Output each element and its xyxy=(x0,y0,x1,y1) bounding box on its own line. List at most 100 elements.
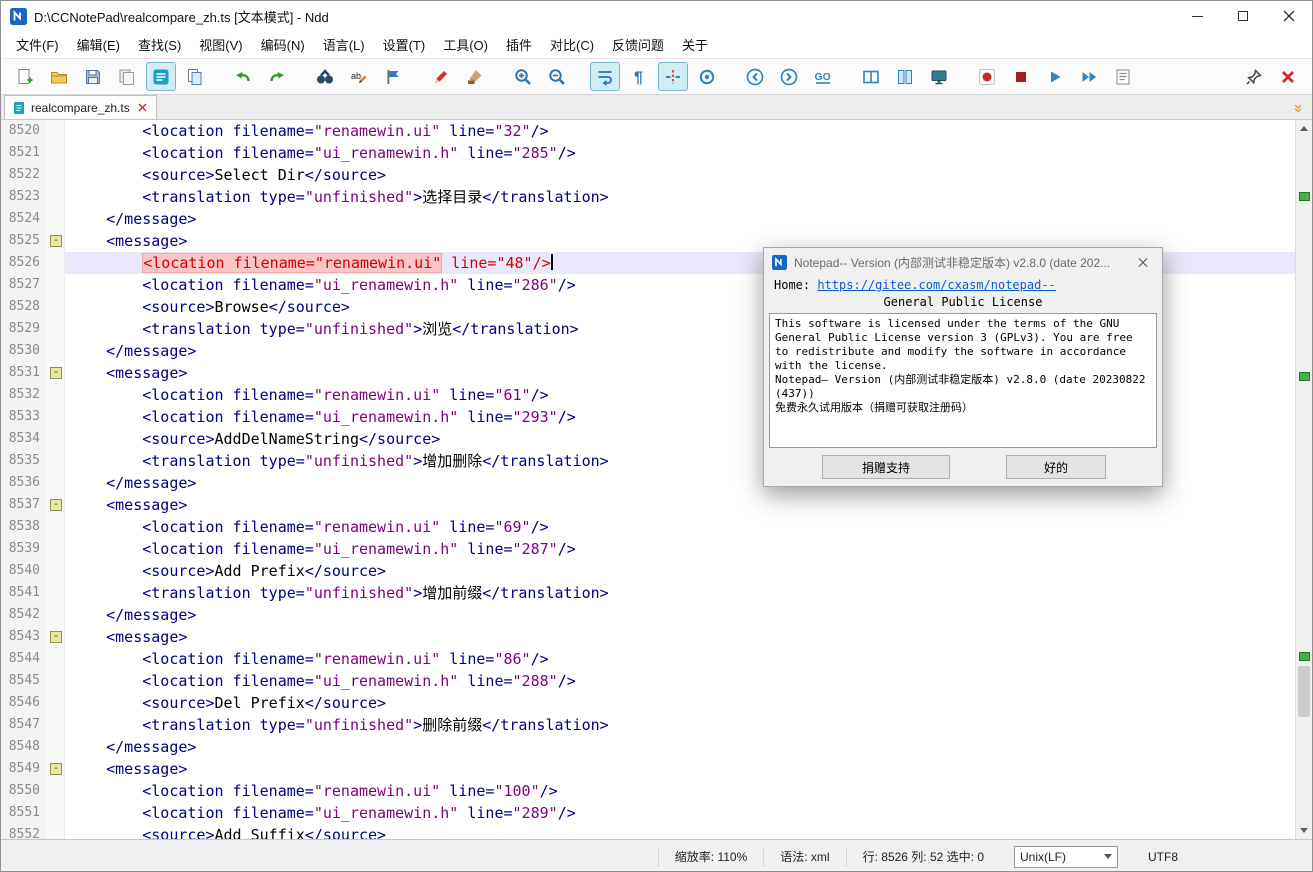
eol-select[interactable]: Unix(LF) xyxy=(1014,846,1118,868)
menu-item-8[interactable]: 工具(O) xyxy=(434,32,497,57)
stop-macro-button[interactable] xyxy=(1006,62,1036,91)
dialog-close-button[interactable] xyxy=(1132,252,1154,274)
ok-button[interactable]: 好的 xyxy=(1006,455,1106,479)
find-button[interactable] xyxy=(310,62,340,91)
nav-forward-button[interactable] xyxy=(774,62,804,91)
fold-collapse-marker[interactable]: - xyxy=(50,631,62,643)
run-macro-button[interactable] xyxy=(1040,62,1070,91)
menu-item-11[interactable]: 反馈问题 xyxy=(603,32,673,57)
fold-collapse-marker[interactable]: - xyxy=(50,367,62,379)
new-file-button[interactable] xyxy=(10,62,40,91)
fold-margin: - xyxy=(47,758,65,780)
menu-item-9[interactable]: 插件 xyxy=(497,32,541,57)
fold-collapse-marker[interactable]: - xyxy=(50,499,62,511)
nav-back-button[interactable] xyxy=(740,62,770,91)
code-line-8552[interactable]: 8552 <source>Add Suffix</source> xyxy=(1,824,1295,839)
word-wrap-button[interactable] xyxy=(590,62,620,91)
menu-item-4[interactable]: 视图(V) xyxy=(190,32,251,57)
code-line-8550[interactable]: 8550 <location filename="renamewin.ui" l… xyxy=(1,780,1295,802)
code-line-8539[interactable]: 8539 <location filename="ui_renamewin.h"… xyxy=(1,538,1295,560)
code-text: <location filename="renamewin.ui" line="… xyxy=(65,648,1295,670)
license-line-3: 免费永久试用版本（捐赠可获取注册码） xyxy=(775,401,1151,415)
minimize-button[interactable] xyxy=(1174,1,1220,31)
editor-scrollbar[interactable] xyxy=(1295,120,1312,839)
code-line-8547[interactable]: 8547 <translation type="unfinished">删除前缀… xyxy=(1,714,1295,736)
tab-realcompare[interactable]: realcompare_zh.ts xyxy=(4,95,157,119)
line-number: 8531 xyxy=(1,362,47,384)
menu-item-3[interactable]: 查找(S) xyxy=(129,32,190,57)
line-number: 8550 xyxy=(1,780,47,802)
code-line-8542[interactable]: 8542 </message> xyxy=(1,604,1295,626)
fold-collapse-marker[interactable]: - xyxy=(50,763,62,775)
split-window-button[interactable] xyxy=(856,62,886,91)
fold-margin xyxy=(47,450,65,472)
close-button[interactable] xyxy=(1266,1,1312,31)
bookmark-button[interactable] xyxy=(378,62,408,91)
code-line-8524[interactable]: 8524 </message> xyxy=(1,208,1295,230)
fold-collapse-marker[interactable]: - xyxy=(50,235,62,247)
home-link[interactable]: https://gitee.com/cxasm/notepad-- xyxy=(817,278,1055,292)
macro-list-button[interactable] xyxy=(1108,62,1138,91)
menu-item-2[interactable]: 编辑(E) xyxy=(68,32,129,57)
record-macro-button[interactable] xyxy=(972,62,1002,91)
tab-close-button[interactable] xyxy=(136,101,149,114)
redo-button[interactable] xyxy=(262,62,292,91)
menu-item-1[interactable]: 文件(F) xyxy=(7,32,68,57)
replace-button[interactable]: ab xyxy=(344,62,374,91)
text-mode-button[interactable] xyxy=(146,62,176,91)
menu-item-5[interactable]: 编码(N) xyxy=(252,32,314,57)
split-window-icon xyxy=(861,67,881,87)
maximize-button[interactable] xyxy=(1220,1,1266,31)
code-line-8545[interactable]: 8545 <location filename="ui_renamewin.h"… xyxy=(1,670,1295,692)
license-textbox[interactable]: This software is licensed under the term… xyxy=(769,313,1157,448)
menu-item-7[interactable]: 设置(T) xyxy=(374,32,435,57)
scroll-up-button[interactable] xyxy=(1296,120,1312,137)
open-folder-button[interactable] xyxy=(44,62,74,91)
save-all-button[interactable] xyxy=(112,62,142,91)
save-button[interactable] xyxy=(78,62,108,91)
code-line-8540[interactable]: 8540 <source>Add Prefix</source> xyxy=(1,560,1295,582)
copy-button[interactable] xyxy=(180,62,210,91)
goto-line-button[interactable]: GO xyxy=(808,62,838,91)
menu-item-12[interactable]: 关于 xyxy=(673,32,717,57)
code-line-8523[interactable]: 8523 <translation type="unfinished">选择目录… xyxy=(1,186,1295,208)
split-vertical-button[interactable] xyxy=(890,62,920,91)
code-line-8520[interactable]: 8520 <location filename="renamewin.ui" l… xyxy=(1,120,1295,142)
zoom-in-button[interactable] xyxy=(508,62,538,91)
menu-item-10[interactable]: 对比(C) xyxy=(541,32,603,57)
scroll-down-button[interactable] xyxy=(1296,822,1312,839)
undo-button[interactable] xyxy=(228,62,258,91)
close-all-button[interactable] xyxy=(1273,62,1303,91)
scrollbar-thumb[interactable] xyxy=(1298,666,1310,716)
brush-button[interactable] xyxy=(460,62,490,91)
code-line-8546[interactable]: 8546 <source>Del Prefix</source> xyxy=(1,692,1295,714)
find-icon xyxy=(315,67,335,87)
code-line-8521[interactable]: 8521 <location filename="ui_renamewin.h"… xyxy=(1,142,1295,164)
show-symbols-button[interactable]: ¶ xyxy=(624,62,654,91)
menu-item-6[interactable]: 语言(L) xyxy=(314,32,374,57)
svg-text:ab: ab xyxy=(351,71,361,81)
locate-button[interactable] xyxy=(692,62,722,91)
line-number: 8520 xyxy=(1,120,47,142)
zoom-out-button[interactable] xyxy=(542,62,572,91)
code-line-8543[interactable]: 8543- <message> xyxy=(1,626,1295,648)
code-line-8544[interactable]: 8544 <location filename="renamewin.ui" l… xyxy=(1,648,1295,670)
code-line-8548[interactable]: 8548 </message> xyxy=(1,736,1295,758)
code-line-8522[interactable]: 8522 <source>Select Dir</source> xyxy=(1,164,1295,186)
scrollbar-mark-3 xyxy=(1299,652,1310,661)
code-line-8537[interactable]: 8537- <message> xyxy=(1,494,1295,516)
code-line-8541[interactable]: 8541 <translation type="unfinished">增加前缀… xyxy=(1,582,1295,604)
pin-button[interactable] xyxy=(1239,62,1269,91)
tab-list-chevron-button[interactable] xyxy=(1287,98,1309,117)
pencil-button[interactable] xyxy=(426,62,456,91)
run-macro-multi-button[interactable] xyxy=(1074,62,1104,91)
scrollbar-mark-2 xyxy=(1299,372,1310,381)
code-line-8549[interactable]: 8549- <message> xyxy=(1,758,1295,780)
indent-guide-button[interactable] xyxy=(658,62,688,91)
license-line-1: This software is licensed under the term… xyxy=(775,317,1151,373)
code-line-8538[interactable]: 8538 <location filename="renamewin.ui" l… xyxy=(1,516,1295,538)
code-line-8551[interactable]: 8551 <location filename="ui_renamewin.h"… xyxy=(1,802,1295,824)
monitor-button[interactable] xyxy=(924,62,954,91)
donate-button[interactable]: 捐赠支持 xyxy=(822,455,950,479)
app-window: D:\CCNotePad\realcompare_zh.ts [文本模式] - … xyxy=(0,0,1313,872)
